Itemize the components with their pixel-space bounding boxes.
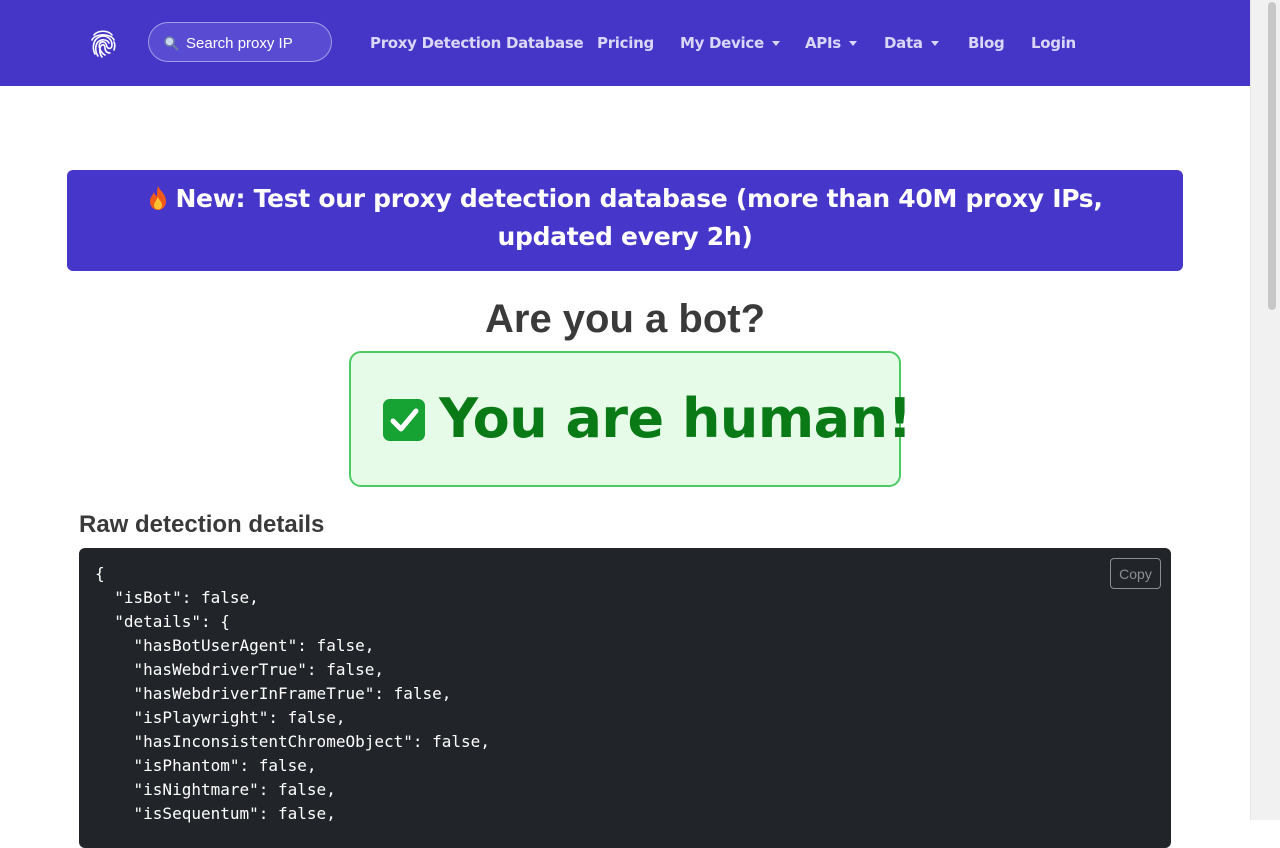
- nav-pricing[interactable]: Pricing: [597, 32, 654, 54]
- result-text: You are human!: [439, 387, 912, 450]
- check-box-icon: [383, 399, 425, 441]
- page-title: Are you a bot?: [484, 297, 766, 341]
- search-input[interactable]: [186, 32, 326, 54]
- code-line: "hasWebdriverTrue": false,: [95, 660, 384, 679]
- nav-my-device[interactable]: My Device: [680, 32, 780, 54]
- top-navbar: Proxy Detection Database Pricing My Devi…: [0, 0, 1250, 86]
- human-result-box: You are human!: [349, 351, 912, 487]
- code-line: "isPhantom": false,: [95, 756, 317, 775]
- nav-label: My Device: [680, 34, 764, 52]
- nav-label: Proxy Detection Database: [370, 34, 584, 52]
- code-line: "isPlaywright": false,: [95, 708, 346, 727]
- nav-label: Pricing: [597, 34, 654, 52]
- search-icon: [164, 36, 179, 51]
- code-line: "isSequentum": false,: [95, 804, 336, 823]
- banner-text: New: Test our proxy detection database (…: [175, 184, 1103, 251]
- raw-json-code-block[interactable]: Copy { "isBot": false, "details": { "has…: [79, 548, 1171, 848]
- code-line: "hasBotUserAgent": false,: [95, 636, 375, 655]
- page-scrollbar[interactable]: [1250, 0, 1280, 820]
- code-line: "details": {: [95, 612, 230, 631]
- nav-data[interactable]: Data: [884, 32, 939, 54]
- nav-label: Blog: [968, 34, 1005, 52]
- raw-details-title: Raw detection details: [79, 511, 325, 538]
- code-line: {: [95, 564, 105, 583]
- caret-down-icon: [848, 41, 857, 46]
- code-line: "hasInconsistentChromeObject": false,: [95, 732, 490, 751]
- caret-down-icon: [771, 41, 780, 46]
- search-box[interactable]: [148, 22, 332, 62]
- copy-button[interactable]: Copy: [1110, 558, 1161, 589]
- code-line: "isBot": false,: [95, 588, 259, 607]
- nav-login[interactable]: Login: [1031, 32, 1076, 54]
- fingerprint-logo-icon[interactable]: [86, 26, 120, 60]
- caret-down-icon: [930, 41, 939, 46]
- banner-text-wrap: New: Test our proxy detection database (…: [107, 180, 1143, 256]
- code-line: "isNightmare": false,: [95, 780, 336, 799]
- fire-icon: [150, 186, 167, 210]
- nav-blog[interactable]: Blog: [968, 32, 1005, 54]
- code-line: "hasWebdriverInFrameTrue": false,: [95, 684, 452, 703]
- nav-label: Login: [1031, 34, 1076, 52]
- promo-banner[interactable]: New: Test our proxy detection database (…: [67, 170, 1183, 271]
- nav-label: APIs: [805, 34, 841, 52]
- scrollbar-thumb[interactable]: [1268, 2, 1276, 310]
- nav-label: Data: [884, 34, 923, 52]
- nav-apis[interactable]: APIs: [805, 32, 857, 54]
- nav-proxy-detection-database[interactable]: Proxy Detection Database: [370, 32, 584, 54]
